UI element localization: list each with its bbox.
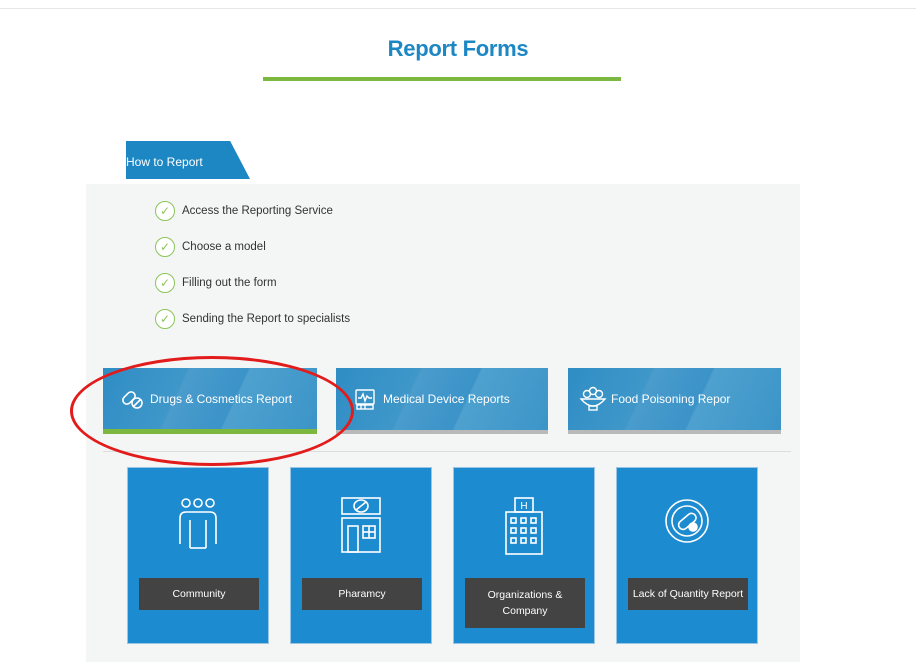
check-circle-icon: ✓ xyxy=(155,201,175,221)
tab-label: Medical Device Reports xyxy=(383,392,510,406)
step-label: Sending the Report to specialists xyxy=(182,313,351,325)
page-title: Report Forms xyxy=(387,36,529,61)
svg-text:H: H xyxy=(520,501,527,512)
step-item: ✓ Access the Reporting Service xyxy=(155,193,350,229)
report-card-pharmacy[interactable]: Pharamcy xyxy=(290,467,432,644)
card-label: Community xyxy=(139,578,259,610)
tab-food-poisoning[interactable]: Food Poisoning Repor xyxy=(568,368,781,434)
tab-label: Drugs & Cosmetics Report xyxy=(150,391,293,406)
step-item: ✓ Choose a model xyxy=(155,229,350,265)
check-circle-icon: ✓ xyxy=(155,237,175,257)
report-card-community[interactable]: Community xyxy=(127,467,269,644)
card-label: Lack of Quantity Report xyxy=(628,578,748,610)
section-divider xyxy=(103,451,791,452)
tab-medical-devices[interactable]: Medical Device Reports xyxy=(336,368,548,434)
pharmacy-icon xyxy=(291,496,431,556)
people-group-icon xyxy=(128,496,268,556)
how-to-report-tab[interactable]: How to Report xyxy=(126,141,250,179)
step-label: Access the Reporting Service xyxy=(182,205,333,217)
title-underline xyxy=(263,77,621,81)
how-to-report-label: How to Report xyxy=(126,155,203,169)
step-item: ✓ Filling out the form xyxy=(155,265,350,301)
medical-monitor-icon xyxy=(350,384,380,414)
tab-drugs-cosmetics[interactable]: Drugs & Cosmetics Report xyxy=(103,368,317,434)
step-item: ✓ Sending the Report to specialists xyxy=(155,301,350,337)
pill-bottle-icon xyxy=(617,496,757,556)
report-card-lack-of-quantity[interactable]: Lack of Quantity Report xyxy=(616,467,758,644)
report-card-organizations[interactable]: H Organizations & Company xyxy=(453,467,595,644)
check-circle-icon: ✓ xyxy=(155,273,175,293)
tab-label: Food Poisoning Repor xyxy=(611,392,731,406)
how-to-steps-list: ✓ Access the Reporting Service ✓ Choose … xyxy=(155,193,350,337)
card-label: Pharamcy xyxy=(302,578,422,610)
card-label: Organizations & Company xyxy=(465,578,585,628)
hospital-building-icon: H xyxy=(454,496,594,556)
step-label: Choose a model xyxy=(182,241,266,253)
step-label: Filling out the form xyxy=(182,277,277,289)
header-divider xyxy=(0,8,916,9)
check-circle-icon: ✓ xyxy=(155,309,175,329)
food-bowl-icon xyxy=(578,384,608,414)
pills-icon xyxy=(117,384,147,414)
